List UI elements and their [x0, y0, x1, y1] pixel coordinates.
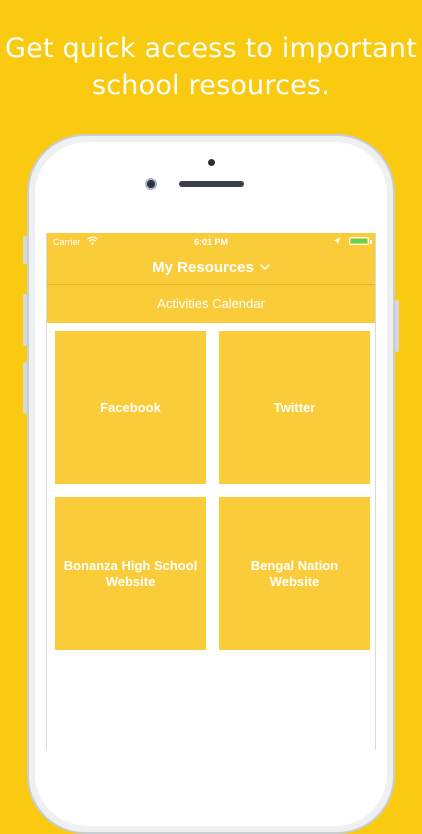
nav-title: My Resources [152, 259, 254, 276]
tile-label: Bengal Nation Website [250, 557, 339, 589]
phone-silent-switch [23, 236, 27, 264]
tile-label: Bonanza High School Website [63, 557, 198, 589]
promo-headline: Get quick access to important school res… [0, 30, 422, 104]
school-website-tile[interactable]: Bonanza High School Website [55, 497, 206, 650]
tile-label: Facebook [100, 399, 161, 415]
battery-tip [370, 240, 372, 244]
location-arrow-icon [333, 237, 341, 245]
promo-line-2: school resources. [92, 70, 330, 101]
phone-volume-up-button [23, 294, 27, 346]
phone-camera [145, 178, 157, 190]
facebook-tile[interactable]: Facebook [55, 331, 206, 484]
bengal-nation-website-tile[interactable]: Bengal Nation Website [219, 497, 370, 650]
tile-label: Twitter [273, 399, 316, 415]
activities-calendar-link[interactable]: Activities Calendar [47, 285, 375, 323]
status-time: 6:01 PM [193, 237, 228, 247]
chevron-down-icon [260, 264, 270, 270]
status-bar: Carrier 6:01 PM [47, 233, 375, 251]
twitter-tile[interactable]: Twitter [219, 331, 370, 484]
battery-level [351, 239, 367, 243]
navigation-bar: My Resources [47, 251, 375, 285]
phone-sensor [208, 159, 215, 166]
resources-dropdown[interactable]: My Resources [47, 259, 375, 276]
battery-icon [349, 237, 369, 245]
phone-power-button [395, 300, 399, 352]
app-screen: Carrier 6:01 PM My Resources Activities … [46, 233, 376, 750]
phone-volume-down-button [23, 362, 27, 414]
phone-speaker [179, 181, 244, 187]
promo-line-1: Get quick access to important [5, 33, 417, 64]
